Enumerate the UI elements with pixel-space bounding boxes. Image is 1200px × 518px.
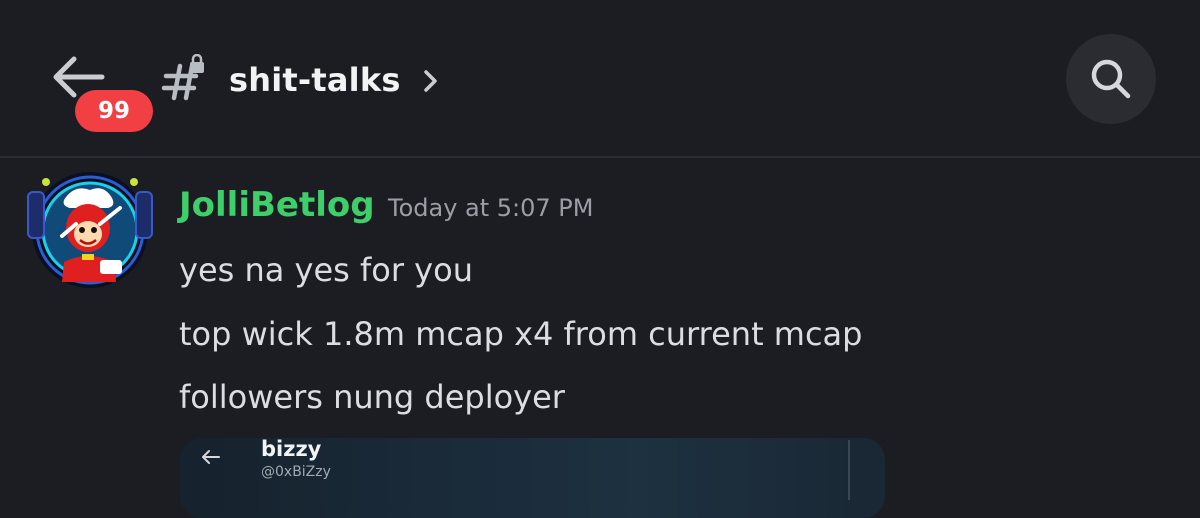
embed-profile-handle: @0xBiZzy: [261, 464, 331, 480]
embed-profile-name: bizzy: [261, 437, 322, 461]
message-line: followers nung deployer: [179, 378, 565, 416]
arrow-left-icon: [200, 447, 222, 467]
message-username[interactable]: JolliBetlog: [179, 181, 375, 229]
search-icon: [1091, 59, 1131, 99]
channel-name[interactable]: shit-talks: [229, 56, 401, 104]
embed-divider: [848, 440, 850, 500]
search-button[interactable]: [1066, 34, 1156, 124]
locked-hashtag-icon: [160, 53, 208, 102]
avatar[interactable]: [24, 170, 156, 288]
message-line: top wick 1.8m mcap x4 from current mcap: [179, 315, 863, 353]
unread-badge: 99: [75, 90, 153, 132]
message-timestamp: Today at 5:07 PM: [388, 194, 594, 222]
header-divider: [0, 156, 1200, 158]
chevron-right-icon[interactable]: [420, 68, 440, 94]
message-line: yes na yes for you: [179, 251, 473, 289]
